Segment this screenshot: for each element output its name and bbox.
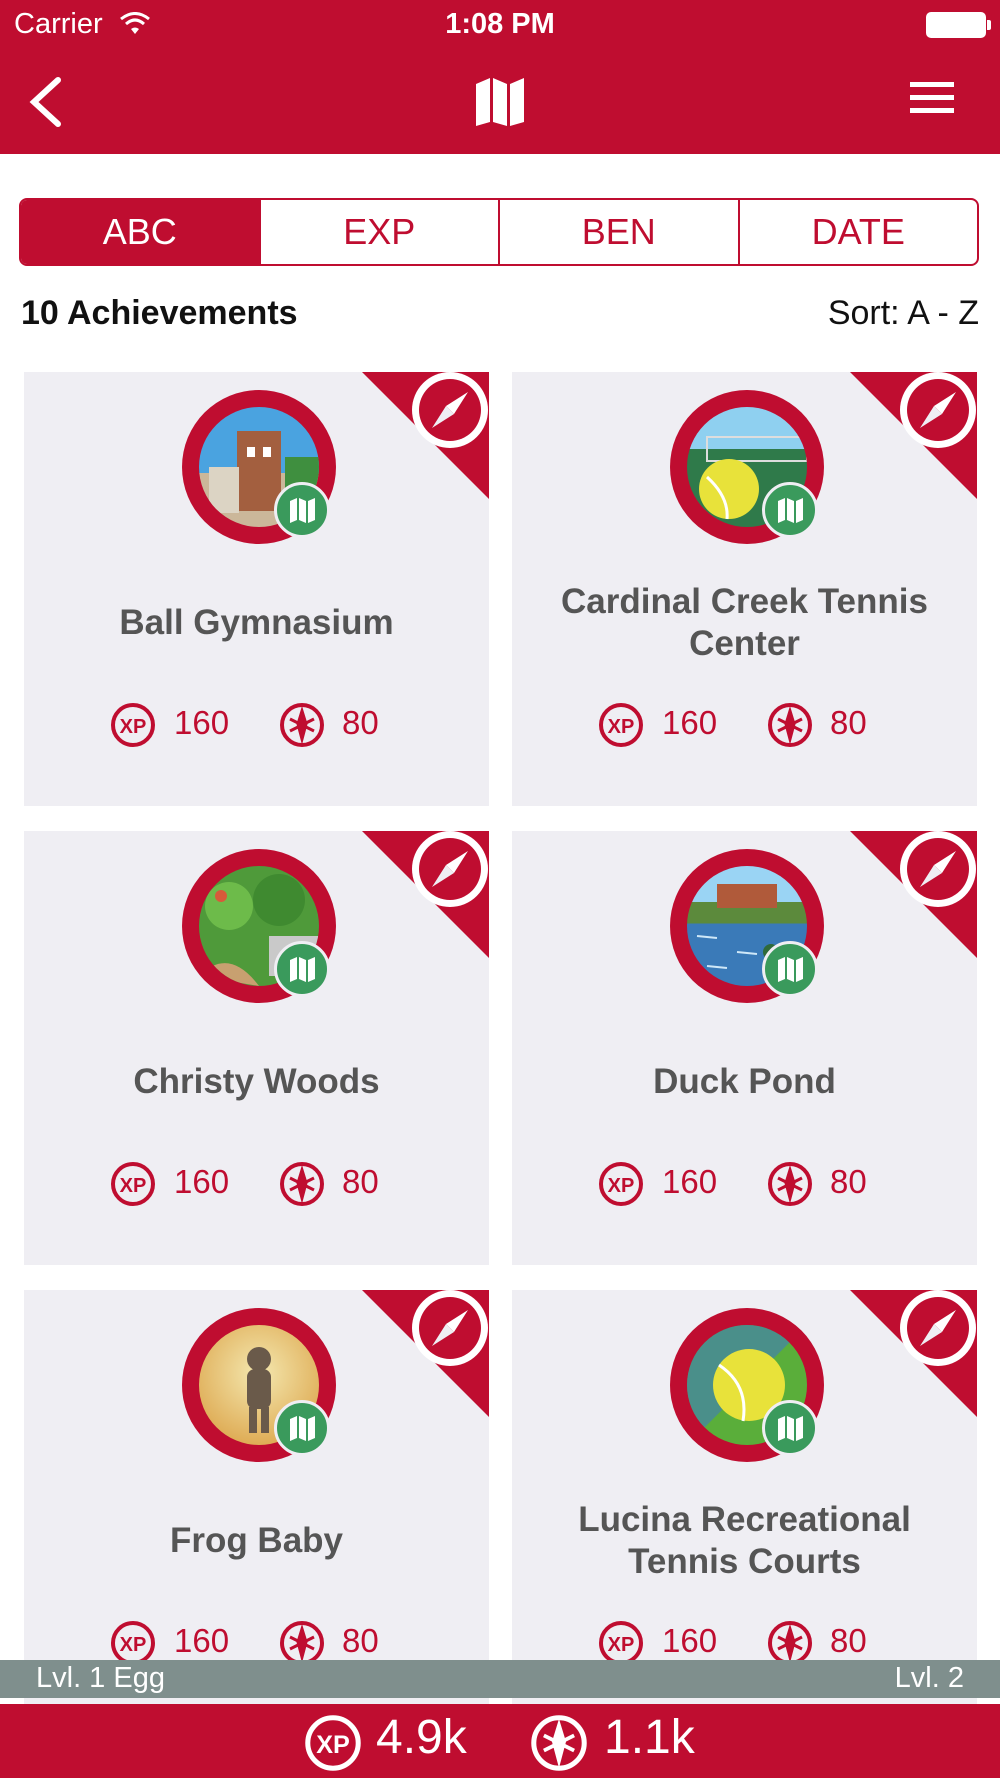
total-xp: 4.9k xyxy=(376,1711,467,1764)
achievement-name: Duck Pond xyxy=(653,1062,836,1101)
xp-icon: XP xyxy=(305,1715,361,1771)
achievement-badge xyxy=(182,1308,336,1462)
map-badge-icon xyxy=(274,482,330,538)
achievement-count: 10 Achievements xyxy=(21,294,298,332)
achievement-name: Ball Gymnasium xyxy=(119,603,394,642)
achievement-badge xyxy=(182,390,336,544)
current-level: Lvl. 1 Egg xyxy=(36,1662,165,1694)
map-badge-icon xyxy=(762,482,818,538)
status-bar: Carrier 1:08 PM xyxy=(0,0,1000,50)
achievement-name: Frog Baby xyxy=(169,1521,344,1560)
achievement-stats: XP 160 80 xyxy=(24,702,489,748)
achievement-card[interactable]: Duck Pond XP 160 80 xyxy=(512,831,977,1265)
ben-value: 80 xyxy=(342,1622,379,1659)
xp-value: 160 xyxy=(174,1622,230,1659)
achievement-badge xyxy=(182,849,336,1003)
achievement-card[interactable]: Ball Gymnasium XP 160 80 xyxy=(24,372,489,806)
map-badge-icon xyxy=(762,941,818,997)
svg-text:XP: XP xyxy=(608,716,635,738)
svg-text:XP: XP xyxy=(608,1634,635,1656)
ben-icon xyxy=(768,703,812,747)
tab-abc[interactable]: ABC xyxy=(21,200,261,264)
ben-icon xyxy=(280,703,324,747)
xp-value: 160 xyxy=(662,1163,718,1200)
sort-tabs: ABC EXP BEN DATE xyxy=(19,198,979,266)
achievement-stats: XP 160 80 xyxy=(512,1161,977,1207)
totals-bar: XP 4.9k 1.1k xyxy=(0,1704,1000,1778)
compass-icon xyxy=(850,1290,977,1417)
xp-icon: XP xyxy=(599,703,643,747)
clock: 1:08 PM xyxy=(445,8,555,40)
total-ben: 1.1k xyxy=(604,1711,695,1764)
achievement-badge xyxy=(670,390,824,544)
sort-label[interactable]: Sort: A - Z xyxy=(828,294,979,333)
achievement-stats: XP 160 80 xyxy=(512,702,977,748)
achievement-card[interactable]: Cardinal Creek Tennis Center XP 160 80 xyxy=(512,372,977,806)
battery-icon xyxy=(926,12,991,38)
svg-text:XP: XP xyxy=(120,1175,147,1197)
ben-value: 80 xyxy=(342,1163,379,1200)
xp-value: 160 xyxy=(174,704,230,741)
map-badge-icon xyxy=(274,941,330,997)
achievement-card[interactable]: Christy Woods XP 160 80 xyxy=(24,831,489,1265)
achievement-name: Cardinal Creek Tennis Center xyxy=(561,582,928,663)
achievement-name: Lucina Recreational Tennis Courts xyxy=(578,1500,911,1581)
achievement-card[interactable]: Lucina Recreational Tennis Courts XP 160… xyxy=(512,1290,977,1724)
level-progress-bar: Lvl. 1 Egg Lvl. 2 xyxy=(0,1660,1000,1698)
achievement-badge xyxy=(670,1308,824,1462)
achievement-name: Christy Woods xyxy=(133,1062,380,1101)
top-bar: Carrier 1:08 PM xyxy=(0,0,1000,154)
achievement-badge xyxy=(670,849,824,1003)
ben-icon xyxy=(768,1162,812,1206)
svg-text:XP: XP xyxy=(120,1634,147,1656)
achievement-card[interactable]: Frog Baby XP 160 80 xyxy=(24,1290,489,1724)
map-icon[interactable] xyxy=(474,76,526,128)
hamburger-menu-button[interactable] xyxy=(910,80,954,116)
compass-icon xyxy=(362,1290,489,1417)
back-button[interactable] xyxy=(26,74,66,130)
map-badge-icon xyxy=(274,1400,330,1456)
compass-icon xyxy=(850,372,977,499)
tab-exp[interactable]: EXP xyxy=(261,200,500,264)
map-badge-icon xyxy=(762,1400,818,1456)
xp-value: 160 xyxy=(174,1163,230,1200)
achievement-stats: XP 160 80 xyxy=(24,1161,489,1207)
xp-value: 160 xyxy=(662,1622,718,1659)
xp-value: 160 xyxy=(662,704,718,741)
compass-icon xyxy=(362,372,489,499)
compass-icon xyxy=(850,831,977,958)
tab-date[interactable]: DATE xyxy=(740,200,978,264)
next-level: Lvl. 2 xyxy=(894,1662,964,1694)
ben-icon xyxy=(280,1162,324,1206)
compass-icon xyxy=(362,831,489,958)
ben-value: 80 xyxy=(830,1163,867,1200)
svg-text:XP: XP xyxy=(316,1731,350,1759)
xp-icon: XP xyxy=(111,703,155,747)
svg-text:XP: XP xyxy=(608,1175,635,1197)
tab-ben[interactable]: BEN xyxy=(500,200,740,264)
ben-value: 80 xyxy=(830,704,867,741)
ben-value: 80 xyxy=(830,1622,867,1659)
ben-value: 80 xyxy=(342,704,379,741)
ben-icon xyxy=(531,1715,587,1771)
svg-text:XP: XP xyxy=(120,716,147,738)
xp-icon: XP xyxy=(111,1162,155,1206)
xp-icon: XP xyxy=(599,1162,643,1206)
